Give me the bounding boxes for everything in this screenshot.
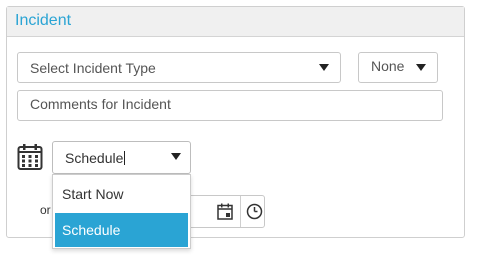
schedule-value-text: Schedule <box>65 150 124 166</box>
panel-title: Incident <box>15 12 72 29</box>
datetime-prefix: or <box>40 203 51 217</box>
schedule-dropdown-menu: Start Now Schedule <box>52 174 191 249</box>
chevron-down-icon <box>171 153 181 160</box>
menu-item-start-now[interactable]: Start Now <box>55 177 188 211</box>
text-cursor <box>124 151 126 165</box>
divider <box>240 196 241 227</box>
menu-item-schedule[interactable]: Schedule <box>55 213 188 247</box>
incident-type-placeholder: Select Incident Type <box>30 60 156 76</box>
priority-select[interactable]: None <box>358 52 438 83</box>
schedule-value: Schedule <box>65 150 126 166</box>
chevron-down-icon <box>416 64 426 71</box>
comments-input[interactable]: Comments for Incident <box>17 90 443 121</box>
panel-header: Incident <box>7 7 464 37</box>
clock-icon[interactable] <box>246 203 263 223</box>
calendar-icon[interactable] <box>17 143 43 171</box>
date-picker-icon[interactable] <box>217 203 233 223</box>
schedule-select[interactable]: Schedule <box>52 141 191 174</box>
chevron-down-icon <box>319 64 329 71</box>
comments-placeholder: Comments for Incident <box>30 96 171 112</box>
incident-type-select[interactable]: Select Incident Type <box>17 52 341 83</box>
priority-value: None <box>371 58 405 74</box>
